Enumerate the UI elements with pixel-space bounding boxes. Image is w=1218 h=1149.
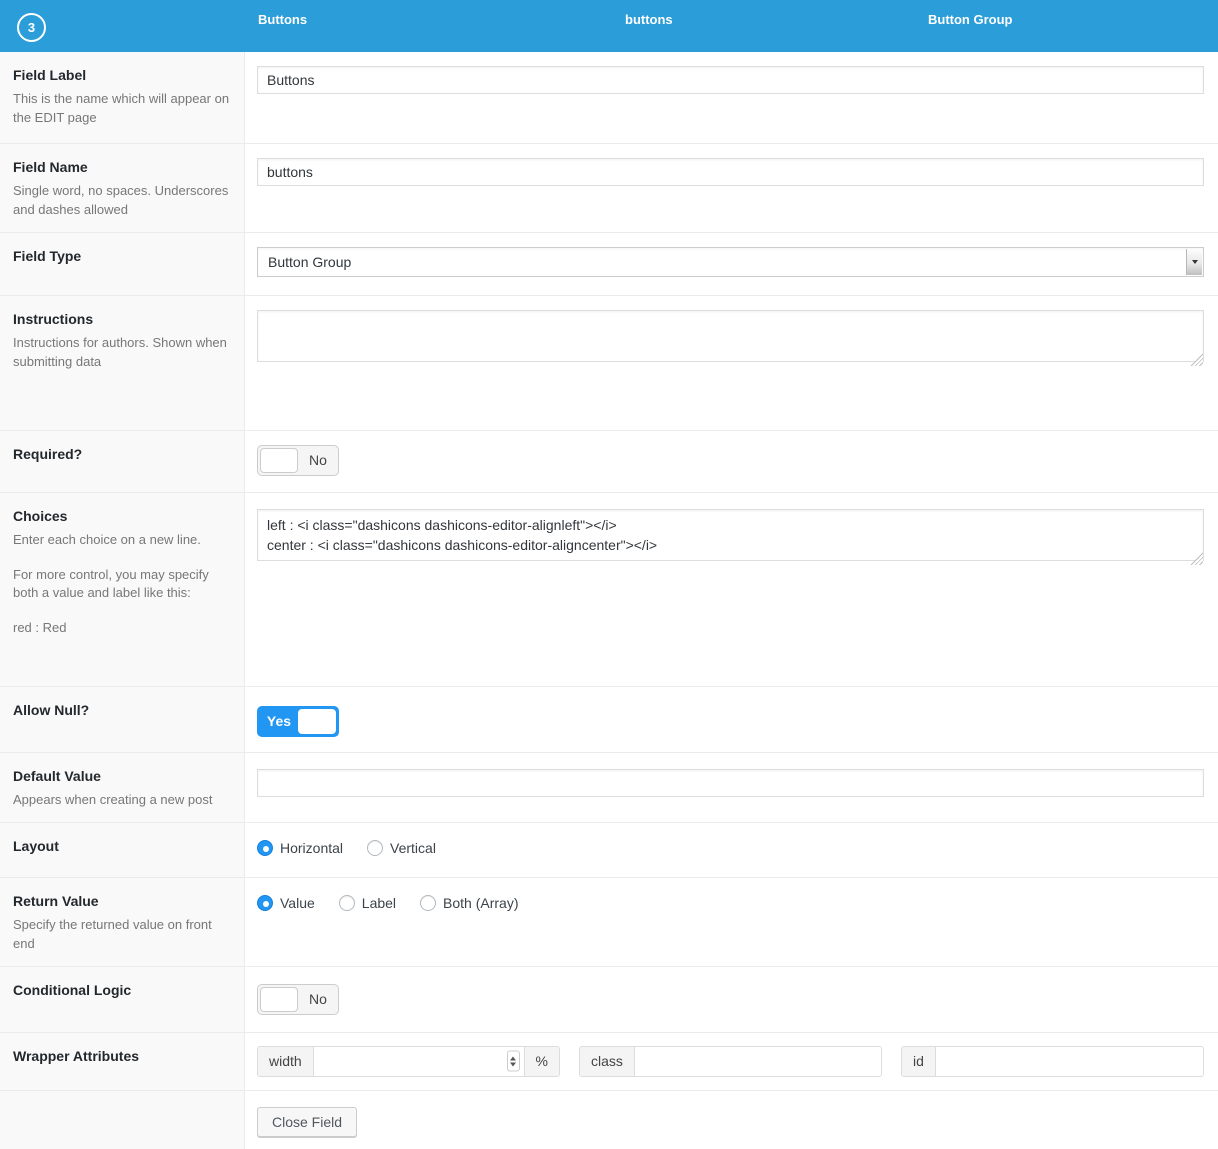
field-name-label-col: Field Name Single word, no spaces. Under… [0,144,245,232]
required-title: Required? [13,446,230,462]
field-header[interactable]: 3 Buttons buttons Button Group [0,0,1218,52]
conditional-logic-label-col: Conditional Logic [0,967,245,1032]
default-value-label-col: Default Value Appears when creating a ne… [0,753,245,822]
instructions-desc: Instructions for authors. Shown when sub… [13,334,230,372]
toggle-knob [260,448,298,473]
return-value-radio-value[interactable]: Value [257,895,315,911]
wrapper-width-label: width [258,1047,314,1076]
setting-row-default-value: Default Value Appears when creating a ne… [0,753,1218,823]
field-type-label-col: Field Type [0,233,245,295]
return-value-desc: Specify the returned value on front end [13,916,230,954]
layout-radio-group: Horizontal Vertical [257,837,1204,856]
field-label-title: Field Label [13,67,230,83]
wrapper-class-group: class [579,1046,882,1077]
layout-option-label: Horizontal [280,840,343,856]
field-label-label-col: Field Label This is the name which will … [0,52,245,143]
field-type-select[interactable]: Button Group [257,247,1204,277]
choices-desc: Enter each choice on a new line. For mor… [13,531,230,638]
wrapper-class-input[interactable] [635,1047,881,1076]
field-order-badge[interactable]: 3 [17,13,46,42]
field-name-desc: Single word, no spaces. Underscores and … [13,182,230,220]
conditional-logic-toggle-label: No [298,985,338,1014]
acf-field-settings-panel: 3 Buttons buttons Button Group Field Lab… [0,0,1218,1149]
field-name-title: Field Name [13,159,230,175]
toggle-knob [260,987,298,1012]
required-toggle[interactable]: No [257,445,339,476]
default-value-input[interactable] [257,769,1204,797]
choices-desc-line3: red : Red [13,619,230,638]
setting-row-field-type: Field Type Button Group [0,233,1218,296]
required-label-col: Required? [0,431,245,492]
wrapper-attributes-label-col: Wrapper Attributes [0,1033,245,1090]
radio-checked-icon[interactable] [257,840,273,856]
setting-row-field-name: Field Name Single word, no spaces. Under… [0,144,1218,233]
default-value-title: Default Value [13,768,230,784]
field-header-name: buttons [625,12,673,27]
setting-row-field-label: Field Label This is the name which will … [0,52,1218,144]
instructions-title: Instructions [13,311,230,327]
layout-option-label: Vertical [390,840,436,856]
setting-row-allow-null: Allow Null? Yes [0,687,1218,753]
setting-row-required: Required? No [0,431,1218,493]
setting-row-instructions: Instructions Instructions for authors. S… [0,296,1218,431]
wrapper-width-input[interactable] [314,1047,524,1076]
stepper-up-down-icon[interactable] [507,1051,520,1072]
field-type-selected-value: Button Group [268,254,351,270]
layout-title: Layout [13,838,230,854]
setting-row-wrapper-attributes: Wrapper Attributes width % class [0,1033,1218,1091]
return-value-option-label: Value [280,895,315,911]
wrapper-width-group: width % [257,1046,560,1077]
field-header-type: Button Group [928,12,1012,27]
setting-row-choices: Choices Enter each choice on a new line.… [0,493,1218,687]
conditional-logic-title: Conditional Logic [13,982,230,998]
return-value-option-label: Both (Array) [443,895,518,911]
allow-null-toggle[interactable]: Yes [257,706,339,737]
choices-desc-line2: For more control, you may specify both a… [13,566,230,604]
field-label-input[interactable] [257,66,1204,94]
layout-label-col: Layout [0,823,245,877]
wrapper-class-label: class [580,1047,635,1076]
wrapper-id-label: id [902,1047,936,1076]
allow-null-toggle-label: Yes [258,707,300,736]
default-value-desc: Appears when creating a new post [13,791,230,810]
layout-radio-vertical[interactable]: Vertical [367,840,436,856]
choices-desc-line1: Enter each choice on a new line. [13,531,230,550]
setting-row-conditional-logic: Conditional Logic No [0,967,1218,1033]
conditional-logic-toggle[interactable]: No [257,984,339,1015]
choices-label-col: Choices Enter each choice on a new line.… [0,493,245,686]
radio-unchecked-icon[interactable] [420,895,436,911]
close-field-label-col [0,1091,245,1149]
field-type-title: Field Type [13,248,230,264]
return-value-radio-both[interactable]: Both (Array) [420,895,518,911]
return-value-radio-group: Value Label Both (Array) [257,892,1204,911]
toggle-knob [298,709,336,734]
choices-title: Choices [13,508,230,524]
setting-row-layout: Layout Horizontal Vertical [0,823,1218,878]
instructions-textarea[interactable] [257,310,1204,363]
radio-unchecked-icon[interactable] [339,895,355,911]
wrapper-id-group: id [901,1046,1204,1077]
wrapper-attributes-title: Wrapper Attributes [13,1048,230,1064]
allow-null-label-col: Allow Null? [0,687,245,752]
return-value-radio-label[interactable]: Label [339,895,396,911]
field-name-input[interactable] [257,158,1204,186]
close-field-button[interactable]: Close Field [257,1107,357,1137]
layout-radio-horizontal[interactable]: Horizontal [257,840,343,856]
choices-textarea[interactable]: left : <i class="dashicons dashicons-edi… [257,509,1204,562]
return-value-option-label: Label [362,895,396,911]
instructions-label-col: Instructions Instructions for authors. S… [0,296,245,430]
wrapper-id-input[interactable] [936,1047,1203,1076]
field-label-desc: This is the name which will appear on th… [13,90,230,128]
field-header-label: Buttons [258,12,307,27]
allow-null-title: Allow Null? [13,702,230,718]
wrapper-width-unit: % [524,1047,559,1076]
setting-row-return-value: Return Value Specify the returned value … [0,878,1218,967]
caret-down-icon[interactable] [1186,249,1202,275]
setting-row-close-field: Close Field [0,1091,1218,1149]
radio-checked-icon[interactable] [257,895,273,911]
required-toggle-label: No [298,446,338,475]
return-value-title: Return Value [13,893,230,909]
return-value-label-col: Return Value Specify the returned value … [0,878,245,966]
radio-unchecked-icon[interactable] [367,840,383,856]
